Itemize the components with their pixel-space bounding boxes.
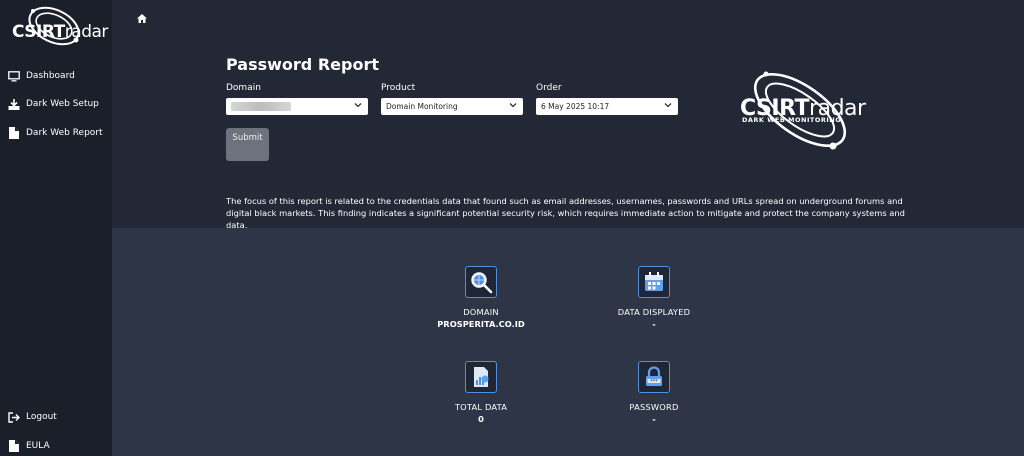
brand-tagline: DARK WEB MONITORING xyxy=(742,116,842,124)
chevron-down-icon xyxy=(509,103,517,108)
sidebar-item-label: Dark Web Report xyxy=(26,128,103,138)
sidebar-item-dark-web-setup[interactable]: Dark Web Setup xyxy=(0,94,112,114)
logo-text: CSIRTradar xyxy=(12,22,108,42)
calendar-icon xyxy=(638,266,670,298)
csirtradar-logo[interactable]: CSIRTradar xyxy=(6,4,108,48)
product-selected-value: Domain Monitoring xyxy=(386,102,458,111)
download-icon xyxy=(0,98,26,110)
stat-label: TOTAL DATA xyxy=(454,402,508,412)
sidebar-item-label: Dashboard xyxy=(26,71,75,81)
stat-value: 0 xyxy=(478,414,484,424)
sidebar-item-label: EULA xyxy=(26,441,50,451)
domain-select[interactable] xyxy=(226,98,368,115)
monitor-icon xyxy=(0,70,26,82)
stat-label: DATA DISPLAYED xyxy=(617,307,691,317)
stat-value: - xyxy=(652,414,656,424)
document-chart-icon xyxy=(465,361,497,393)
home-icon[interactable] xyxy=(137,8,147,27)
magnifier-globe-icon xyxy=(465,266,497,298)
sidebar-item-eula[interactable]: EULA xyxy=(0,436,112,456)
product-select[interactable]: Domain Monitoring xyxy=(381,98,523,115)
data-displayed-stat: DATA DISPLAYED - xyxy=(574,266,734,329)
stat-label: DOMAIN xyxy=(463,307,499,317)
lock-icon: *** xyxy=(638,361,670,393)
sidebar-item-label: Dark Web Setup xyxy=(26,99,99,109)
dark-web-monitoring-logo: CSIRTradar DARK WEB MONITORING xyxy=(738,68,868,153)
order-select[interactable]: 6 May 2025 10:17 xyxy=(536,98,678,115)
logout-icon xyxy=(0,411,26,423)
report-description: The focus of this report is related to t… xyxy=(226,196,905,230)
domain-label: Domain xyxy=(226,83,261,93)
file-icon xyxy=(0,440,26,452)
sidebar-item-dark-web-report[interactable]: Dark Web Report xyxy=(0,123,112,143)
sidebar-item-dashboard[interactable]: Dashboard xyxy=(0,66,112,86)
sidebar: CSIRTradar Dashboard Dark Web Setup Dark… xyxy=(0,0,112,456)
total-data-stat: TOTAL DATA 0 xyxy=(401,361,561,424)
chevron-down-icon xyxy=(354,103,362,108)
svg-text:***: *** xyxy=(650,379,658,385)
product-label: Product xyxy=(381,83,416,93)
chevron-down-icon xyxy=(664,103,672,108)
domain-stat: DOMAIN PROSPERITA.CO.ID xyxy=(401,266,561,329)
stat-label: PASSWORD xyxy=(629,402,679,412)
sidebar-item-label: Logout xyxy=(26,412,57,422)
password-stat: *** PASSWORD - xyxy=(574,361,734,424)
redacted-domain-value xyxy=(231,102,291,111)
file-icon xyxy=(0,127,26,139)
order-selected-value: 6 May 2025 10:17 xyxy=(541,102,610,111)
sidebar-item-logout[interactable]: Logout xyxy=(0,407,112,427)
stat-value: PROSPERITA.CO.ID xyxy=(437,319,525,329)
submit-button[interactable]: Submit xyxy=(226,128,269,161)
stat-value: - xyxy=(652,319,656,329)
order-label: Order xyxy=(536,83,562,93)
page-title: Password Report xyxy=(226,55,379,74)
